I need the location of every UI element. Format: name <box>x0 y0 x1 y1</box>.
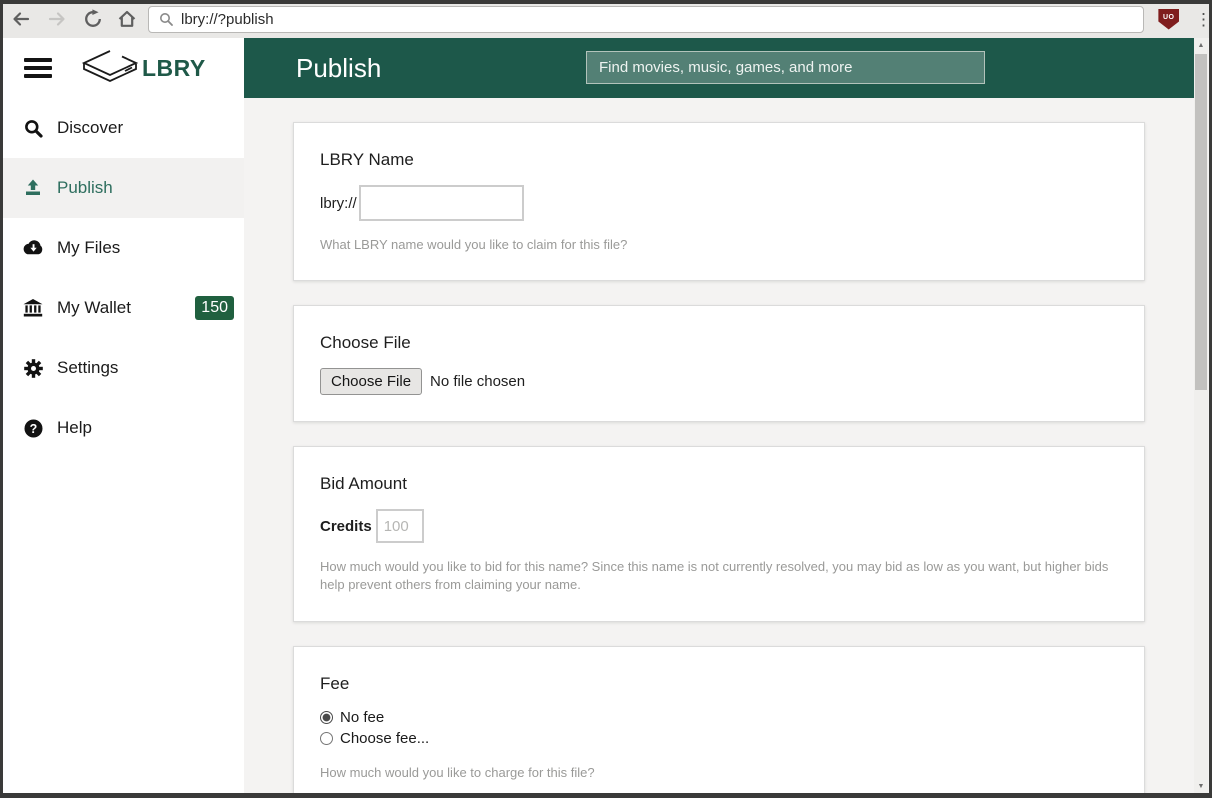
browser-menu-icon[interactable]: ⋮ <box>1195 11 1212 28</box>
help-text: How much would you like to charge for th… <box>320 764 1118 782</box>
help-text: How much would you like to bid for this … <box>320 558 1118 594</box>
url-search-icon <box>159 12 173 26</box>
sidebar-item-my-files[interactable]: My Files <box>0 218 244 278</box>
scroll-up-icon[interactable]: ▲ <box>1194 38 1208 52</box>
cloud-download-icon <box>22 240 44 256</box>
bid-amount-input[interactable] <box>376 509 424 543</box>
sidebar-item-my-wallet[interactable]: My Wallet 150 <box>0 278 244 338</box>
gear-icon <box>22 359 44 378</box>
back-arrow-icon <box>11 9 31 29</box>
card-title: Choose File <box>320 333 1118 353</box>
ublock-badge-text: UO <box>1163 14 1175 21</box>
sidebar: LBRY Discover Publish My Files My Wallet… <box>0 38 244 798</box>
lbry-logo: LBRY <box>80 47 206 89</box>
reload-button[interactable] <box>82 8 104 30</box>
scrollbar-thumb[interactable] <box>1195 54 1207 390</box>
sidebar-item-discover[interactable]: Discover <box>0 98 244 158</box>
forward-arrow-icon <box>47 9 67 29</box>
sidebar-item-help[interactable]: ? Help <box>0 398 244 458</box>
lbry-name-input[interactable] <box>359 185 524 221</box>
lbry-logo-text: LBRY <box>142 55 206 82</box>
card-choose-file: Choose File Choose File No file chosen <box>293 305 1145 422</box>
lbry-url-prefix: lbry:// <box>320 195 357 212</box>
sidebar-item-label: Settings <box>57 358 118 378</box>
page-title: Publish <box>296 53 381 84</box>
url-text: lbry://?publish <box>181 11 274 28</box>
svg-text:?: ? <box>29 422 37 436</box>
upload-icon <box>22 179 44 197</box>
bank-icon <box>22 299 44 317</box>
url-bar[interactable]: lbry://?publish <box>148 6 1144 33</box>
help-text: If you choose to price this content in d… <box>320 794 1118 798</box>
choose-fee-radio[interactable] <box>320 732 333 745</box>
scroll-down-icon[interactable]: ▼ <box>1194 779 1208 793</box>
card-title: Bid Amount <box>320 474 1118 494</box>
file-status-text: No file chosen <box>430 373 525 390</box>
sidebar-item-label: Discover <box>57 118 123 138</box>
main-area: Publish LBRY Name lbry:// What LBRY name… <box>244 38 1194 798</box>
help-text: What LBRY name would you like to claim f… <box>320 236 1118 254</box>
hamburger-menu-icon[interactable] <box>24 58 52 78</box>
card-title: Fee <box>320 674 1118 694</box>
sidebar-item-label: My Wallet <box>57 298 131 318</box>
back-button[interactable] <box>10 8 32 30</box>
sidebar-item-settings[interactable]: Settings <box>0 338 244 398</box>
sidebar-item-label: Publish <box>57 178 113 198</box>
home-button[interactable] <box>116 8 138 30</box>
credits-label: Credits <box>320 518 372 535</box>
choose-file-button[interactable]: Choose File <box>320 368 422 395</box>
search-icon <box>22 119 44 138</box>
forward-button[interactable] <box>46 8 68 30</box>
no-fee-label[interactable]: No fee <box>340 709 384 726</box>
reload-icon <box>83 9 103 29</box>
help-icon: ? <box>22 419 44 438</box>
app-header: Publish <box>244 38 1194 98</box>
sidebar-item-publish[interactable]: Publish <box>0 158 244 218</box>
publish-form: LBRY Name lbry:// What LBRY name would y… <box>244 98 1194 798</box>
card-title: LBRY Name <box>320 150 1118 170</box>
vertical-scrollbar[interactable]: ▲ ▼ <box>1194 38 1208 793</box>
sidebar-item-label: My Files <box>57 238 120 258</box>
card-bid-amount: Bid Amount Credits How much would you li… <box>293 446 1145 621</box>
card-fee: Fee No fee Choose fee... How much would … <box>293 646 1145 798</box>
no-fee-radio[interactable] <box>320 711 333 724</box>
wallet-balance-badge: 150 <box>195 296 234 320</box>
card-lbry-name: LBRY Name lbry:// What LBRY name would y… <box>293 122 1145 281</box>
home-icon <box>117 9 137 29</box>
lbry-logo-icon <box>80 47 138 89</box>
sidebar-item-label: Help <box>57 418 92 438</box>
choose-fee-label[interactable]: Choose fee... <box>340 730 429 747</box>
app-search-input[interactable] <box>586 51 985 84</box>
browser-toolbar: lbry://?publish UO ⋮ <box>0 0 1212 38</box>
ublock-extension-icon[interactable]: UO <box>1158 9 1179 30</box>
